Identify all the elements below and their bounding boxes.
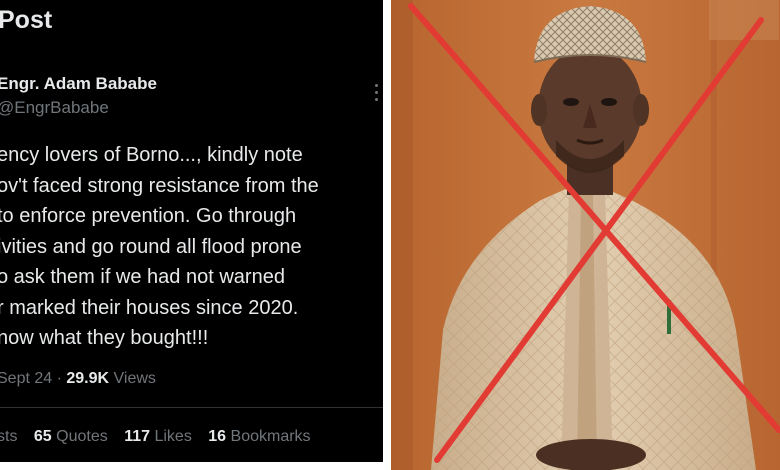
quotes-count: 65 [33,428,52,445]
portrait-illustration [391,0,780,470]
tweet-body: ency lovers of Borno..., kindly note ov'… [0,140,383,354]
likes-label: Likes [154,428,192,445]
tweet-body-line: o ask them if we had not warned [0,266,285,288]
tweet-body-line: ivities and go round all flood prone [0,235,302,258]
divider [0,407,383,408]
bookmarks-label: Bookmarks [230,428,311,445]
tweet-body-line: now what they bought!!! [0,327,209,349]
quotes-stat[interactable]: 65 Quotes [34,428,108,445]
reposts-label: sts [0,428,18,445]
tweet-body-line: r marked their houses since 2020. [0,296,299,319]
engagement-stats: sts 65 Quotes 117 Likes 16 Bookmarks [0,428,323,446]
bookmarks-count: 16 [208,428,227,445]
reposts-stat[interactable]: sts [0,428,17,445]
author-handle[interactable]: @EngrBababe [0,98,109,118]
tweet-screenshot: Post Engr. Adam Bababe @EngrBababe ency … [0,0,383,462]
post-header-title: Post [0,6,53,34]
bookmarks-stat[interactable]: 16 Bookmarks [208,428,310,445]
tweet-meta: Sept 24 · 29.9K Views [0,370,156,388]
tweet-body-line: to enforce prevention. Go through [0,205,297,227]
views-count: 29.9K [66,370,110,387]
author-name[interactable]: Engr. Adam Bababe [0,74,157,94]
quotes-label: Quotes [56,428,108,445]
tweet-date[interactable]: Sept 24 [0,370,52,387]
tweet-body-line: ency lovers of Borno..., kindly note [0,144,303,166]
more-vertical-icon[interactable] [374,84,378,106]
likes-count: 117 [124,428,151,445]
views-label: Views [109,370,156,387]
meta-separator: · [52,370,67,387]
portrait-photo [391,0,780,470]
likes-stat[interactable]: 117 Likes [124,428,192,445]
tweet-body-line: ov't faced strong resistance from the [0,174,319,197]
